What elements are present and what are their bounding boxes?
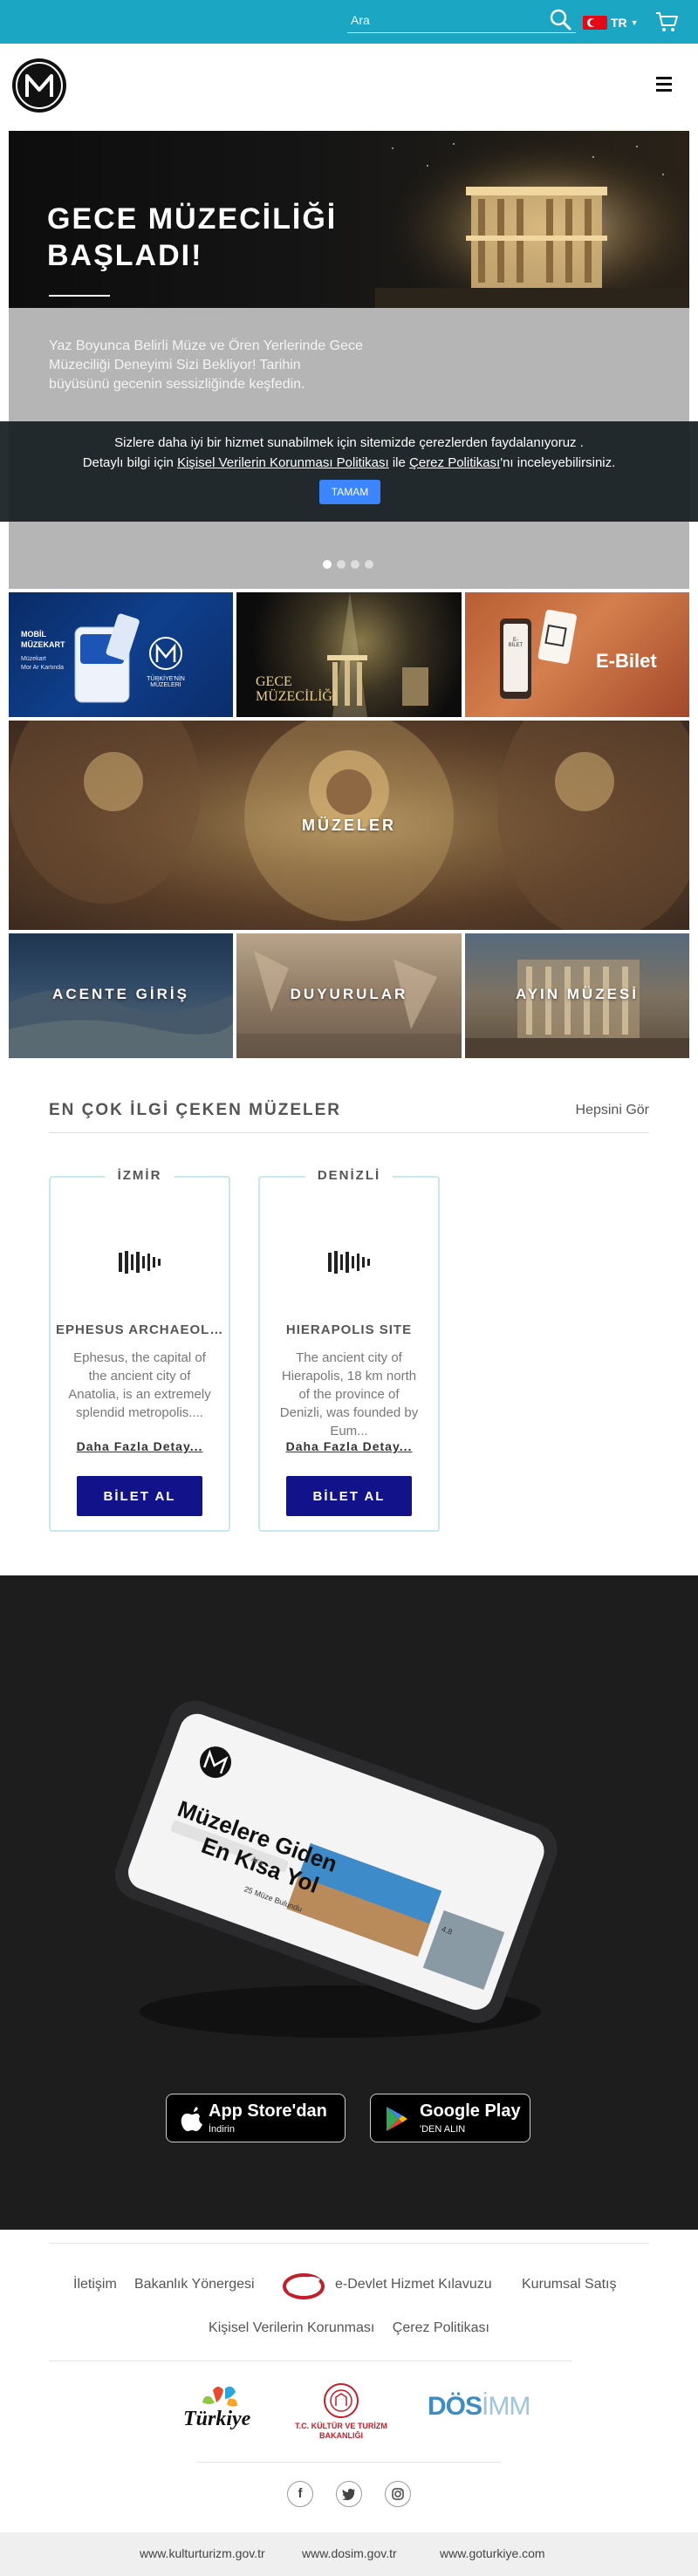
phone-mockup: Müzelere Giden En Kısa Yol Ara 25 Müze B… — [79, 1680, 602, 2046]
search-input[interactable] — [351, 10, 543, 30]
hero-description: Yaz Boyunca Belirli Müze ve Ören Yerleri… — [49, 338, 363, 392]
card-museum-name: HIERAPOLIS SITE — [285, 1322, 413, 1337]
site-logo[interactable] — [12, 58, 66, 113]
section-divider — [49, 1132, 649, 1133]
turkiye-logo[interactable]: Türkiye — [178, 2383, 269, 2437]
footer-link-iletisim[interactable]: İletişim — [73, 2277, 117, 2292]
search-box — [347, 9, 576, 33]
app-store-subtitle: İndirin — [209, 2124, 235, 2135]
library-of-celsus-night-illustration — [375, 131, 689, 308]
slider-dot[interactable] — [323, 560, 332, 569]
google-play-title: Google Play — [420, 2101, 521, 2121]
apple-icon — [181, 2107, 202, 2131]
footer-link-kvkk[interactable]: Kişisel Verilerin Korunması — [209, 2320, 374, 2335]
audio-wave-icon — [328, 1251, 370, 1274]
audio-wave-icon — [119, 1251, 161, 1274]
language-selector[interactable]: TR ▼ — [583, 14, 644, 31]
top-bar: TR ▼ — [0, 0, 698, 44]
card-more-link[interactable]: Daha Fazla Detay... — [51, 1439, 229, 1453]
tile-ayin-muzesi[interactable]: AYIN MÜZESİ — [465, 933, 689, 1058]
card-more-link[interactable]: Daha Fazla Detay... — [260, 1439, 438, 1453]
card-description: The ancient city of Hierapolis, 18 km no… — [279, 1350, 419, 1438]
footer-divider — [197, 2462, 501, 2463]
tile-duyurular[interactable]: DUYURULAR — [236, 933, 462, 1058]
twitter-icon[interactable] — [336, 2481, 362, 2507]
logo-m-icon — [16, 62, 63, 109]
popular-section-title: EN ÇOK İLGİ ÇEKEN MÜZELER — [49, 1101, 342, 1119]
slider-dots — [323, 560, 373, 569]
slider-dot[interactable] — [337, 560, 346, 569]
link-goturkiye[interactable]: www.goturkiye.com — [440, 2546, 545, 2560]
privacy-policy-link[interactable]: Kişisel Verilerin Korunması Politikası — [177, 455, 389, 470]
tile-ebilet-ticket-text: E-BİLET — [508, 638, 524, 648]
edevlet-logo-icon — [283, 2273, 325, 2299]
tile-duyurular-label: DUYURULAR — [290, 986, 408, 1002]
card-city: DENİZLİ — [305, 1168, 393, 1183]
ktb-logo[interactable]: T.C. KÜLTÜR VE TURİZM BAKANLIĞI — [293, 2381, 389, 2443]
search-icon[interactable] — [548, 7, 572, 31]
app-store-title: App Store'dan — [209, 2101, 327, 2121]
footer-link-cerez[interactable]: Çerez Politikası — [393, 2320, 489, 2335]
google-play-icon — [387, 2107, 407, 2131]
tile-mobil-title: MOBİL MÜZEKART — [21, 630, 65, 649]
cart-icon[interactable] — [654, 10, 679, 33]
slider-dot[interactable] — [365, 560, 373, 569]
google-play-button[interactable]: Google Play 'DEN ALIN — [370, 2094, 530, 2142]
google-play-subtitle: 'DEN ALIN — [420, 2124, 466, 2135]
slider-dot[interactable] — [351, 560, 359, 569]
ktb-emblem-icon — [324, 2383, 359, 2418]
cookie-accept-button[interactable]: TAMAM — [319, 480, 380, 504]
tile-mobil-caption: TÜRKİYE'NİN MÜZELERİ — [147, 676, 185, 688]
ktb-logo-text: T.C. KÜLTÜR VE TURİZM BAKANLIĞI — [295, 2422, 387, 2440]
cookie-text: Sizlere daha iyi bir hizmet sunabilmek i… — [114, 435, 584, 450]
card-city: İZMİR — [105, 1168, 174, 1183]
mobile-app-section: Müzelere Giden En Kısa Yol Ara 25 Müze B… — [0, 1575, 698, 2230]
hamburger-icon[interactable] — [656, 77, 674, 94]
tile-ebilet-label: E-Bilet — [596, 650, 657, 672]
tile-muzeler[interactable]: MÜZELER — [9, 721, 689, 930]
cookie-details: Detaylı bilgi için Kişisel Verilerin Kor… — [82, 455, 616, 470]
tile-ayin-label: AYIN MÜZESİ — [515, 986, 639, 1002]
tile-acente-label: ACENTE GİRİŞ — [52, 986, 189, 1002]
footer-links-secondary: Kişisel Verilerin Korunması Çerez Politi… — [0, 2320, 698, 2341]
link-kulturturizm[interactable]: www.kulturturizm.gov.tr — [140, 2546, 265, 2560]
tile-gece-muzeciligi[interactable]: GECE MÜZECİLİĞİ — [236, 592, 462, 717]
instagram-icon[interactable] — [385, 2481, 411, 2507]
tile-acente-giris[interactable]: ACENTE GİRİŞ — [9, 933, 233, 1058]
footer-link-edevlet[interactable]: e-Devlet Hizmet Kılavuzu — [335, 2277, 492, 2292]
buy-ticket-button[interactable]: BİLET AL — [77, 1476, 202, 1516]
app-store-button[interactable]: App Store'dan İndirin — [166, 2094, 346, 2142]
buy-ticket-button[interactable]: BİLET AL — [286, 1476, 412, 1516]
see-all-link[interactable]: Hepsini Gör — [567, 1103, 649, 1118]
tile-gece-title: GECE MÜZECİLİĞİ — [256, 674, 338, 704]
language-label: TR — [611, 16, 627, 30]
facebook-icon[interactable]: f — [287, 2481, 313, 2507]
footer-link-kurumsal[interactable]: Kurumsal Satış — [522, 2277, 616, 2292]
footer-bottom-bar: www.kulturturizm.gov.tr www.dosim.gov.tr… — [0, 2532, 698, 2576]
museum-card: DENİZLİ HIERAPOLIS SITE The ancient city… — [258, 1168, 440, 1532]
tile-muzeler-label: MÜZELER — [302, 817, 396, 834]
flag-tr-icon — [583, 16, 607, 30]
chevron-down-icon: ▼ — [630, 18, 639, 27]
hero-divider — [49, 295, 110, 297]
tile-mobil-subtitle: Müzekart Mor Ar Kartında — [21, 656, 65, 671]
tile-e-bilet[interactable]: E-BİLET E-Bilet — [465, 592, 689, 717]
turkiye-logo-text: Türkiye — [183, 2408, 251, 2430]
card-museum-name: EPHESUS ARCHAEOLOGICAL SITE — [56, 1322, 223, 1337]
museum-card: İZMİR EPHESUS ARCHAEOLOGICAL SITE Ephesu… — [49, 1168, 230, 1532]
hero-title: GECE MÜZECİLİĞİ BAŞLADI! — [47, 202, 338, 272]
cookie-policy-link[interactable]: Çerez Politikası — [409, 455, 500, 470]
tile-mobil-muzekart[interactable]: MOBİL MÜZEKART Müzekart Mor Ar Kartında … — [9, 592, 233, 717]
footer-link-yonerge[interactable]: Bakanlık Yönergesi — [134, 2277, 255, 2292]
link-dosim[interactable]: www.dosim.gov.tr — [302, 2546, 397, 2560]
footer-links: İletişim Bakanlık Yönergesi e-Devlet Hiz… — [0, 2277, 698, 2303]
dosimm-logo[interactable]: DÖSİMM — [428, 2392, 530, 2422]
cookie-banner: Sizlere daha iyi bir hizmet sunabilmek i… — [0, 421, 698, 522]
site-header — [0, 44, 698, 131]
footer-divider — [49, 2243, 649, 2244]
card-description: Ephesus, the capital of the ancient city… — [68, 1350, 211, 1420]
